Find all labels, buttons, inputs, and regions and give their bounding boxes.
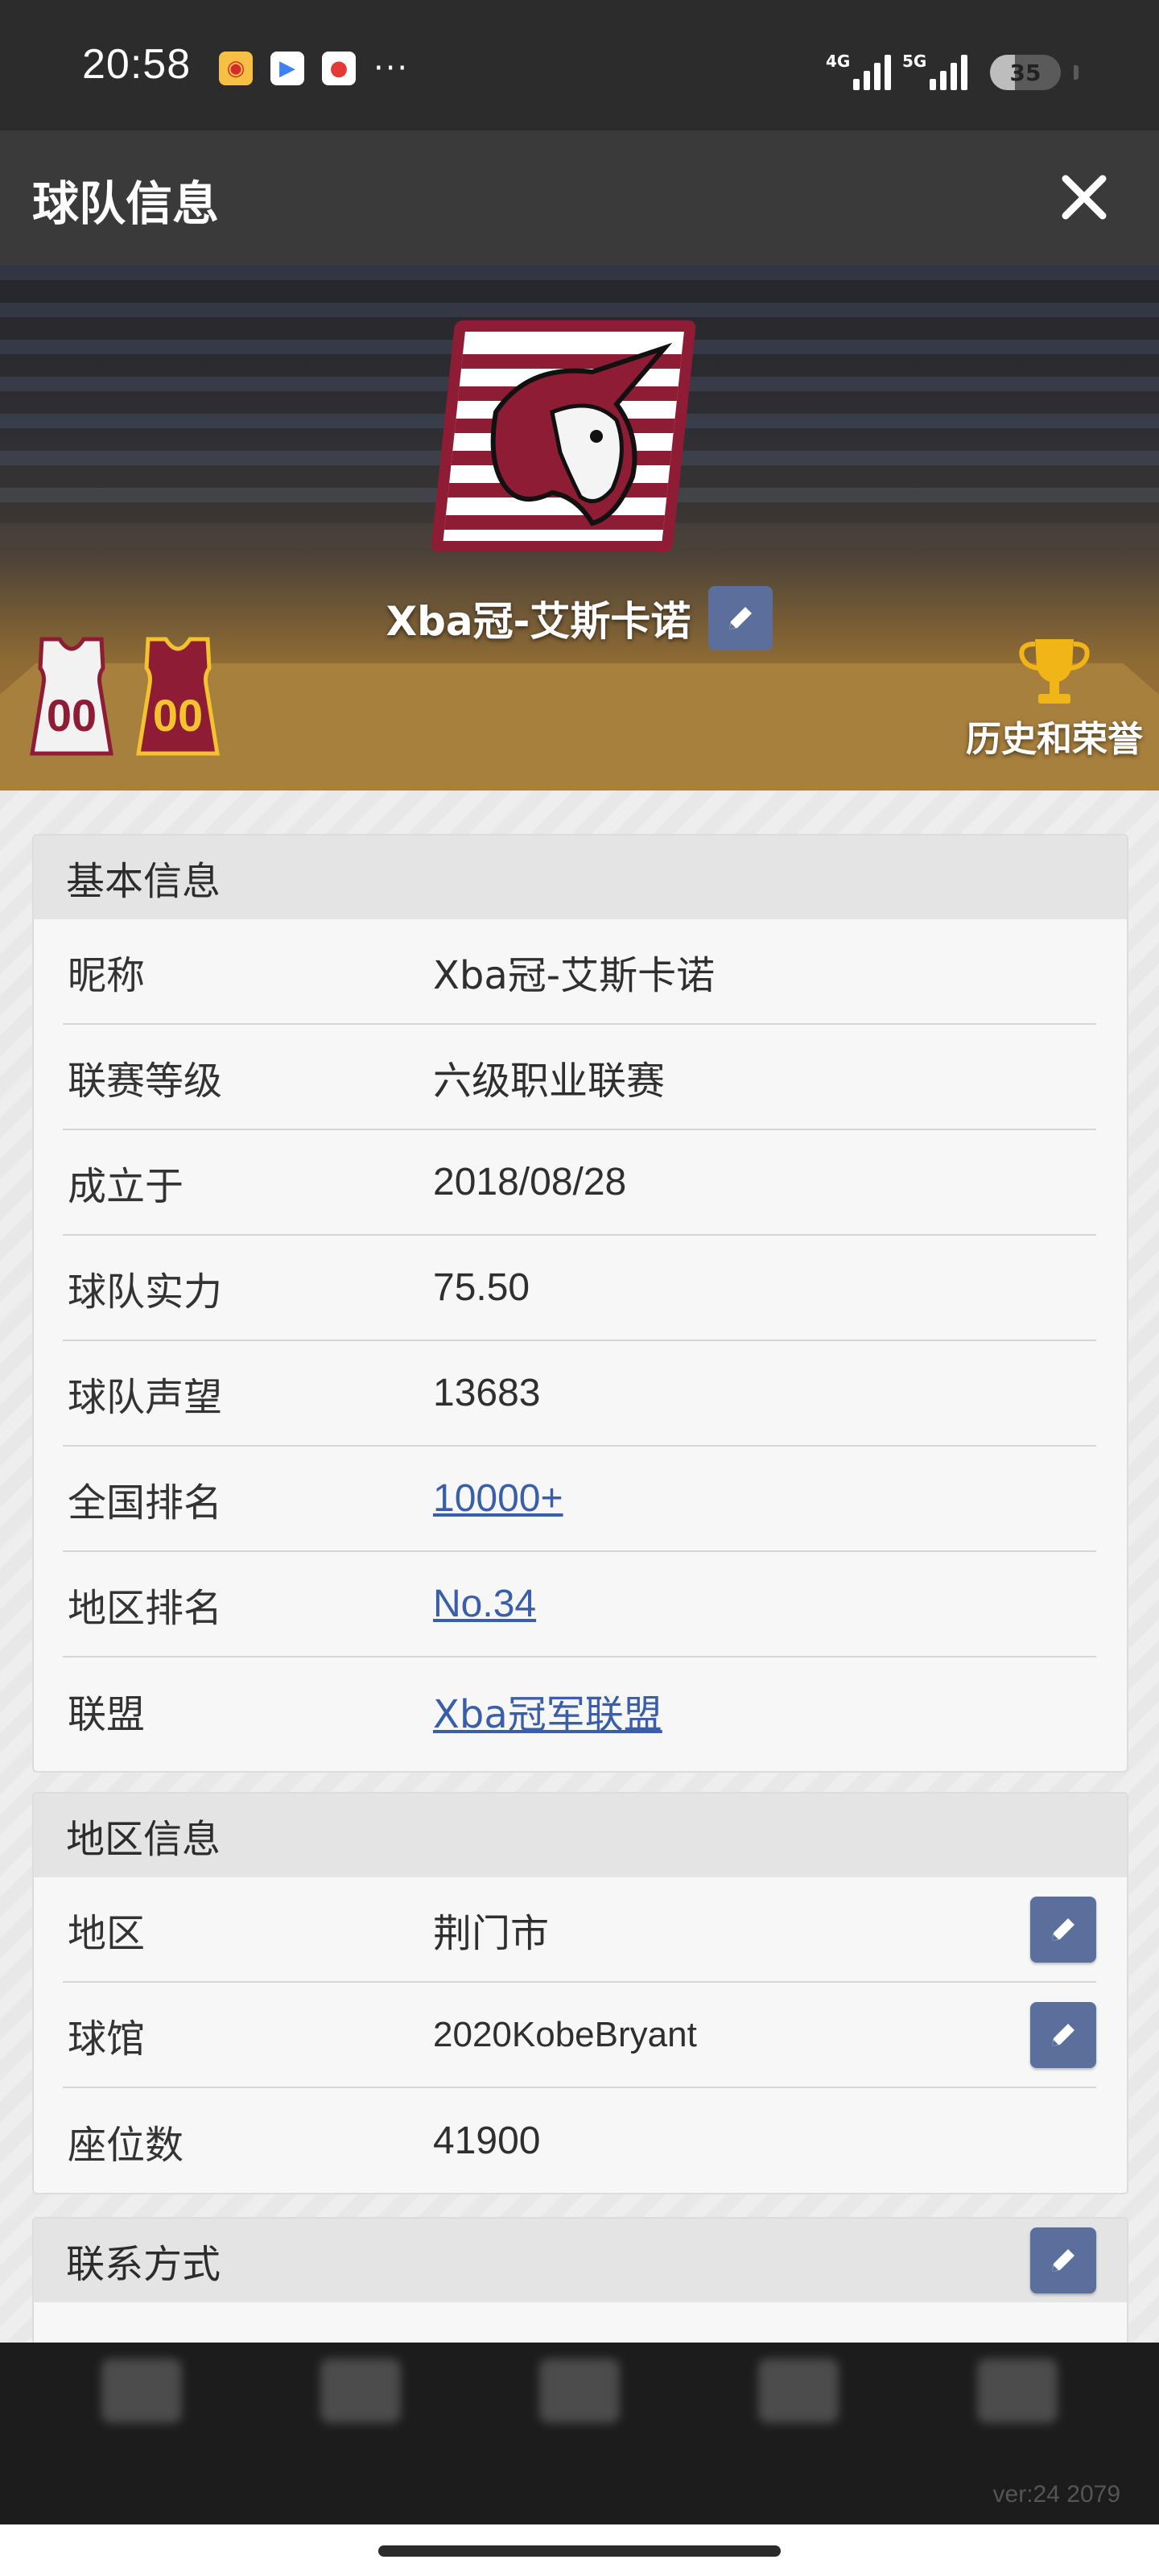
pencil-icon bbox=[1052, 2023, 1074, 2046]
pencil-icon bbox=[729, 607, 753, 630]
row-value: 2018/08/28 bbox=[433, 1161, 627, 1203]
app-header: 球队信息 bbox=[0, 130, 1159, 266]
home-gesture-bar[interactable] bbox=[378, 2545, 781, 2557]
close-icon bbox=[1062, 175, 1107, 220]
nav-icon bbox=[977, 2359, 1058, 2423]
team-name: Xba冠-艾斯卡诺 bbox=[386, 598, 691, 645]
signal-area: 4G 5G 35 bbox=[826, 45, 1079, 90]
row-label: 联盟 bbox=[68, 1691, 146, 1737]
bottom-nav-item[interactable] bbox=[758, 2359, 839, 2475]
play-store-icon: ▶ bbox=[270, 52, 304, 85]
history-honors-label: 历史和荣誉 bbox=[966, 719, 1143, 760]
page-title: 球队信息 bbox=[32, 176, 220, 231]
info-row-seats: 座位数 41900 bbox=[63, 2088, 1096, 2193]
nav-icon bbox=[101, 2359, 182, 2423]
bottom-nav-item[interactable] bbox=[539, 2359, 620, 2475]
row-label: 全国排名 bbox=[68, 1480, 223, 1525]
weibo-icon: ◉ bbox=[219, 52, 253, 85]
row-label: 昵称 bbox=[68, 952, 146, 998]
network-type-label: 4G bbox=[826, 52, 851, 71]
pencil-icon bbox=[1052, 1918, 1074, 1941]
trophy-icon bbox=[1019, 639, 1090, 704]
network-type-label: 5G bbox=[902, 52, 927, 71]
edit-arena-button[interactable] bbox=[1030, 2001, 1096, 2068]
team-hero-banner: Xba冠-艾斯卡诺 00 00 历史和荣誉 bbox=[0, 266, 1159, 791]
bottom-navigation: ver:24 2079 bbox=[0, 2343, 1159, 2524]
close-button[interactable] bbox=[1050, 163, 1119, 232]
info-row-regional-rank: 地区排名 No.34 bbox=[63, 1552, 1096, 1657]
row-label: 地区排名 bbox=[68, 1585, 223, 1631]
info-row-alliance: 联盟 Xba冠军联盟 bbox=[63, 1657, 1096, 1763]
row-label: 成立于 bbox=[68, 1163, 184, 1209]
row-value: 41900 bbox=[433, 2120, 541, 2162]
version-label: ver:24 2079 bbox=[992, 2481, 1120, 2508]
edit-region-button[interactable] bbox=[1030, 1896, 1096, 1963]
edit-team-name-button[interactable] bbox=[708, 586, 773, 650]
contact-title-text: 联系方式 bbox=[66, 2242, 221, 2287]
bottom-nav-item[interactable] bbox=[320, 2359, 401, 2475]
row-label: 球馆 bbox=[68, 2016, 146, 2062]
team-jerseys: 00 00 bbox=[24, 636, 225, 757]
nav-icon bbox=[758, 2359, 839, 2423]
basic-info-title: 基本信息 bbox=[34, 836, 1127, 919]
info-row-nickname: 昵称 Xba冠-艾斯卡诺 bbox=[63, 919, 1096, 1025]
region-info-title: 地区信息 bbox=[34, 1794, 1127, 1877]
info-row-reputation: 球队声望 13683 bbox=[63, 1341, 1096, 1447]
row-value: Xba冠-艾斯卡诺 bbox=[433, 952, 716, 998]
gesture-area bbox=[0, 2524, 1159, 2576]
nav-icon bbox=[539, 2359, 620, 2423]
pencil-icon bbox=[1052, 2249, 1074, 2272]
row-label: 地区 bbox=[68, 1910, 146, 1956]
national-rank-link[interactable]: 10000+ bbox=[433, 1476, 563, 1521]
team-info-content[interactable]: 基本信息 昵称 Xba冠-艾斯卡诺 联赛等级 六级职业联赛 成立于 2018/0… bbox=[0, 791, 1159, 2346]
maps-icon: ● bbox=[322, 52, 356, 85]
row-value: 六级职业联赛 bbox=[433, 1058, 666, 1104]
row-label: 座位数 bbox=[68, 2122, 184, 2168]
away-jersey-icon: 00 bbox=[136, 637, 220, 756]
info-row-region: 地区 荆门市 bbox=[63, 1877, 1096, 1983]
status-time: 20:58 bbox=[82, 41, 192, 88]
info-row-league-level: 联赛等级 六级职业联赛 bbox=[63, 1025, 1096, 1130]
alliance-link[interactable]: Xba冠军联盟 bbox=[433, 1682, 662, 1739]
bottom-nav-items bbox=[0, 2343, 1159, 2475]
bottom-nav-item[interactable] bbox=[101, 2359, 182, 2475]
more-notifications-icon: ··· bbox=[373, 50, 410, 87]
signal-4g-icon: 4G bbox=[826, 52, 891, 90]
row-value: 2020KobeBryant bbox=[433, 2014, 697, 2054]
team-logo bbox=[431, 320, 696, 552]
away-jersey-number: 00 bbox=[153, 690, 203, 741]
contact-title: 联系方式 bbox=[34, 2219, 1127, 2302]
row-value: 75.50 bbox=[433, 1266, 530, 1309]
notification-icons: ◉ ▶ ● ··· bbox=[219, 50, 410, 87]
info-row-national-rank: 全国排名 10000+ bbox=[63, 1447, 1096, 1552]
status-bar: 20:58 ◉ ▶ ● ··· 4G 5G 35 bbox=[0, 0, 1159, 130]
info-row-founded: 成立于 2018/08/28 bbox=[63, 1130, 1096, 1236]
edit-contact-button[interactable] bbox=[1030, 2227, 1096, 2293]
region-info-card: 地区信息 地区 荆门市 球馆 2020KobeBryant 座位数 41900 bbox=[32, 1792, 1128, 2194]
regional-rank-link[interactable]: No.34 bbox=[433, 1582, 536, 1626]
bottom-nav-item[interactable] bbox=[977, 2359, 1058, 2475]
battery-level: 35 bbox=[1009, 59, 1041, 86]
row-value: 13683 bbox=[433, 1372, 541, 1414]
row-label: 球队声望 bbox=[68, 1374, 223, 1420]
contact-card: 联系方式 bbox=[32, 2217, 1128, 2346]
info-row-team-strength: 球队实力 75.50 bbox=[63, 1236, 1096, 1341]
home-jersey-number: 00 bbox=[47, 690, 97, 741]
history-honors-button[interactable]: 历史和荣誉 bbox=[966, 634, 1143, 762]
nav-icon bbox=[320, 2359, 401, 2423]
row-value: 荆门市 bbox=[433, 1910, 550, 1956]
signal-5g-icon: 5G bbox=[902, 52, 967, 90]
home-jersey-icon: 00 bbox=[30, 637, 113, 756]
basic-info-card: 基本信息 昵称 Xba冠-艾斯卡诺 联赛等级 六级职业联赛 成立于 2018/0… bbox=[32, 834, 1128, 1773]
row-label: 联赛等级 bbox=[68, 1058, 223, 1104]
info-row-arena: 球馆 2020KobeBryant bbox=[63, 1983, 1096, 2088]
row-label: 球队实力 bbox=[68, 1269, 223, 1315]
battery-icon: 35 bbox=[990, 55, 1061, 90]
